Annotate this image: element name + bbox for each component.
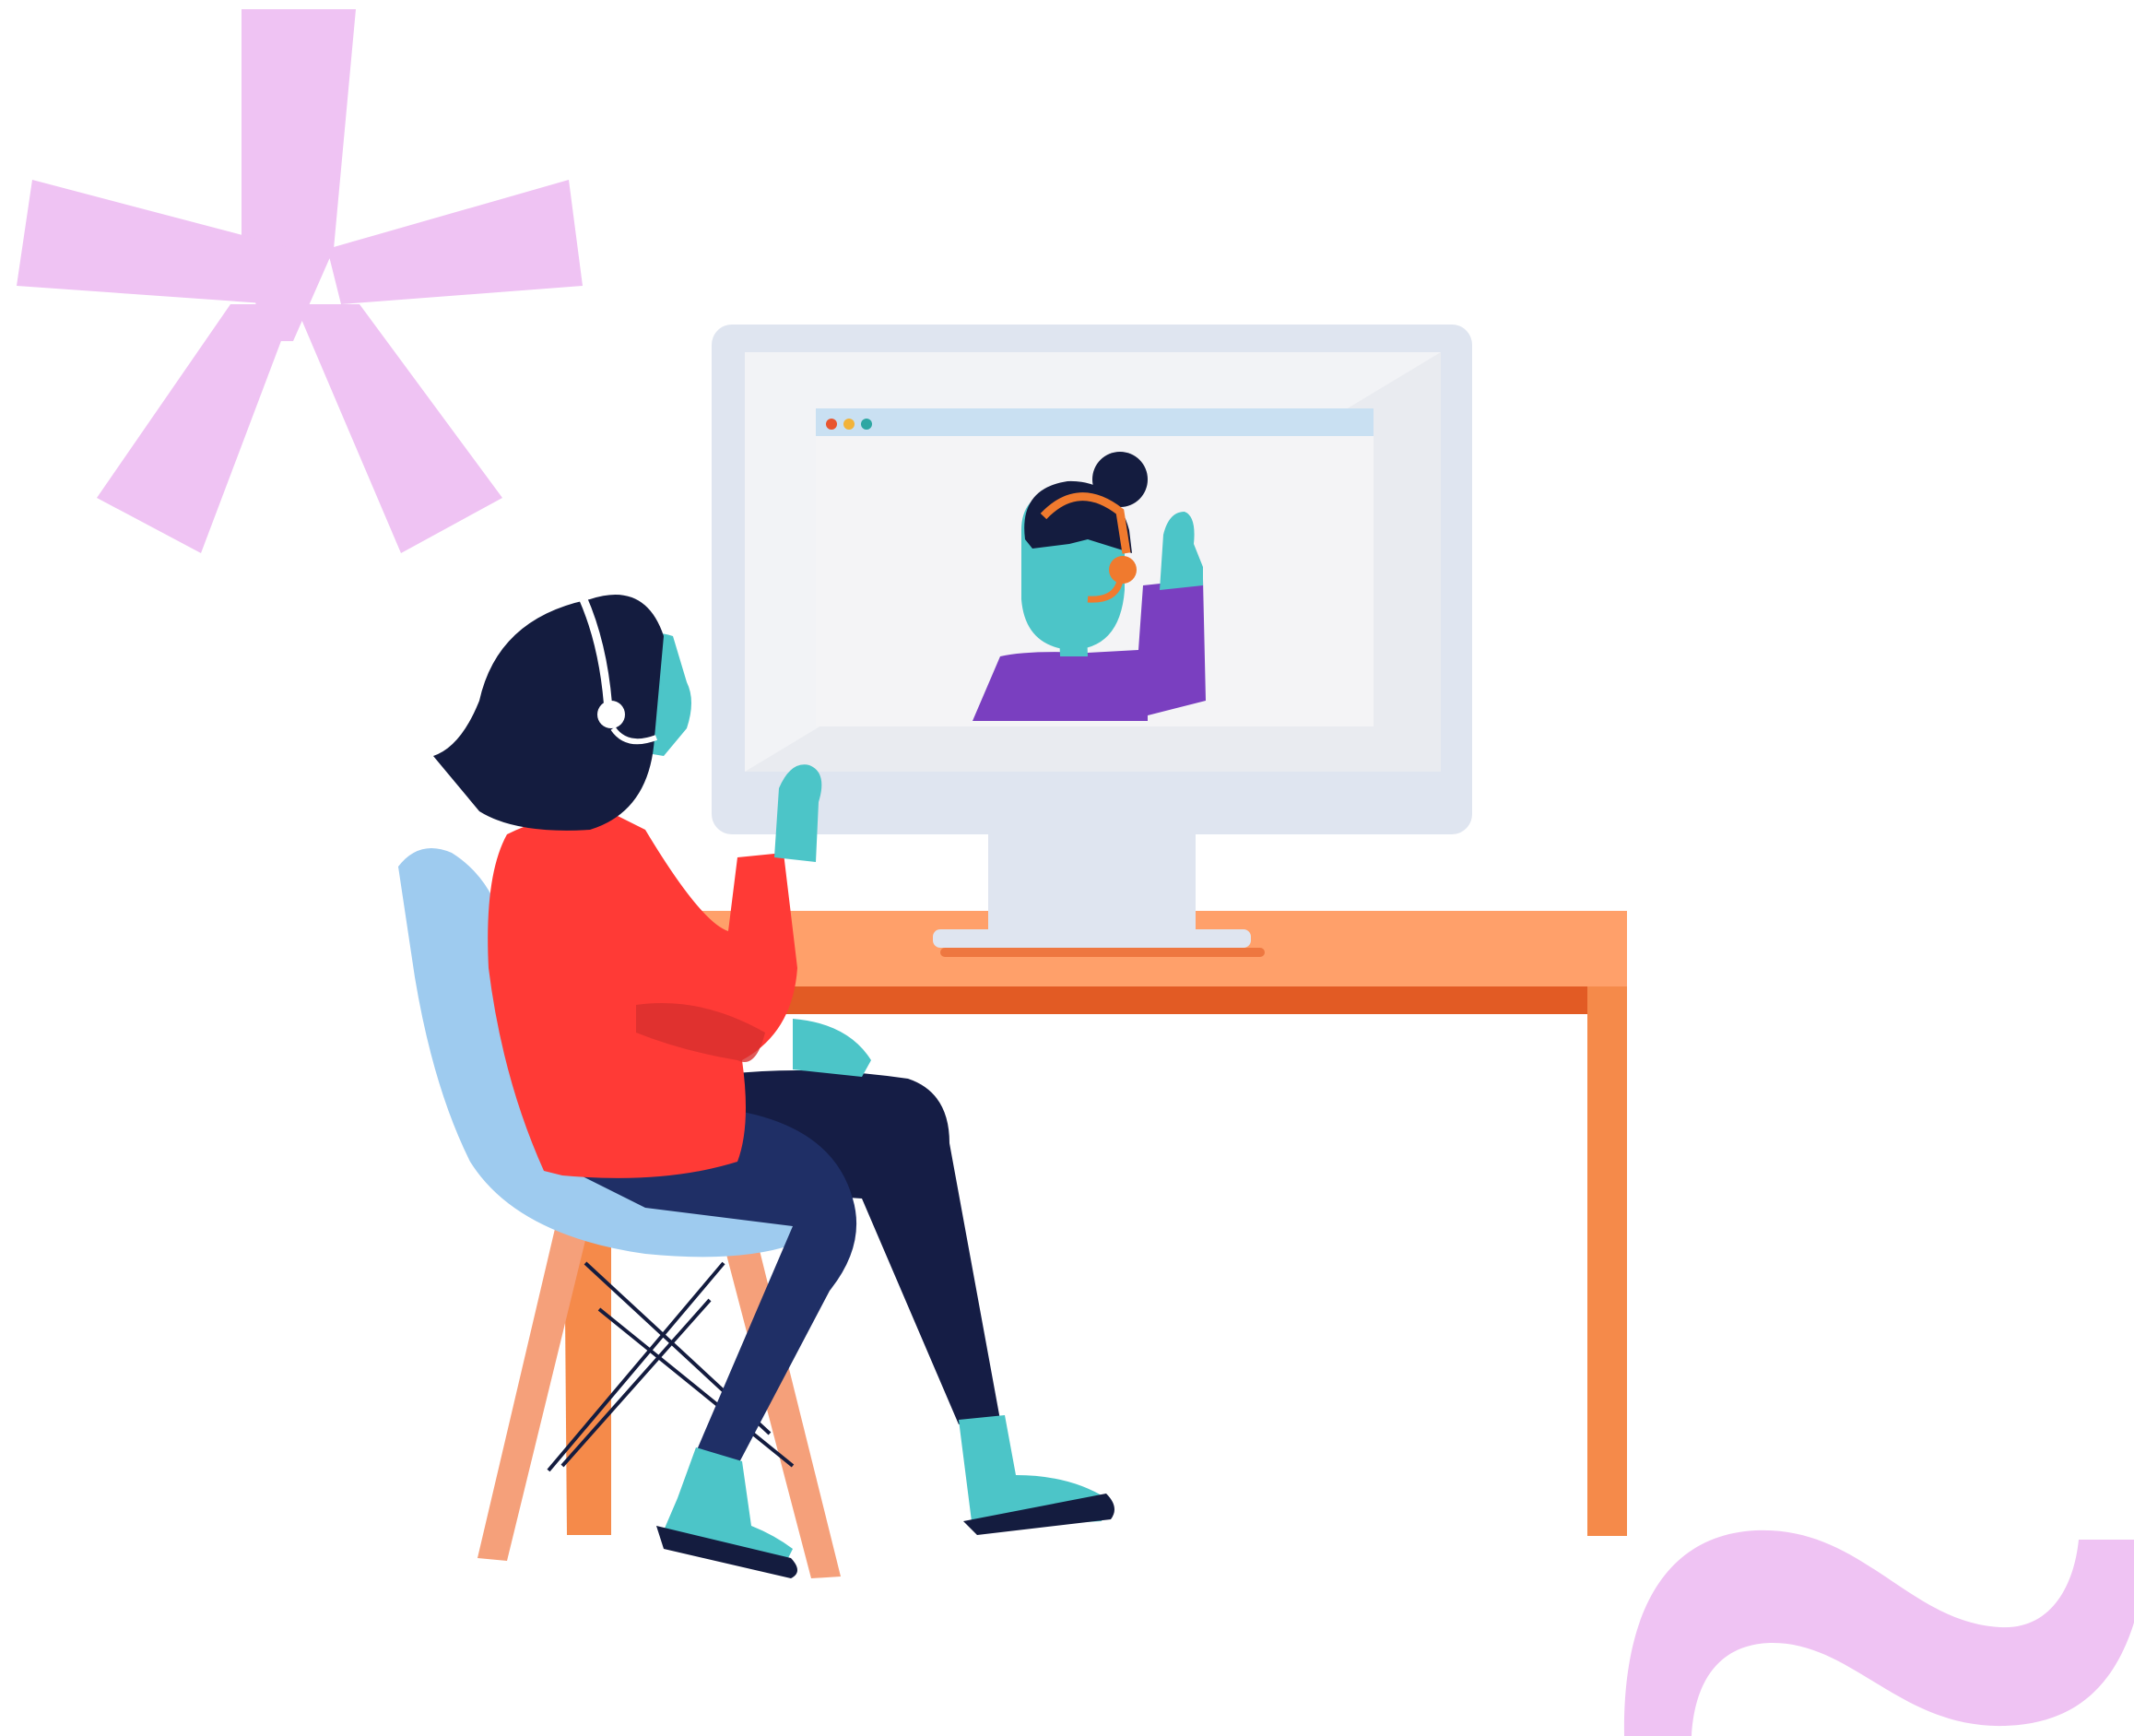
desk-edge (673, 986, 1627, 1014)
window-dot-teal (861, 419, 872, 430)
person-hand-lap (793, 1019, 871, 1077)
window-dot-yellow (843, 419, 855, 430)
illustration-scene (0, 0, 2134, 1736)
monitor-stand-neck (988, 834, 1196, 936)
person-headset-earpiece (597, 701, 625, 728)
monitor-stand-base (933, 929, 1251, 948)
remote-person-earpiece (1109, 556, 1137, 584)
asterisk-arm-lower-right (295, 304, 502, 553)
window-dot-red (826, 419, 837, 430)
desk-leg-right (1587, 986, 1627, 1536)
call-window-titlebar (816, 408, 1374, 436)
person-hair (433, 595, 664, 831)
asterisk-icon (17, 9, 583, 553)
monitor-stand-shadow (940, 948, 1265, 957)
monitor (712, 325, 1472, 957)
asterisk-arm-right (327, 180, 583, 304)
asterisk-arm-lower-left (97, 304, 295, 553)
tilde-icon (1623, 1529, 2134, 1736)
